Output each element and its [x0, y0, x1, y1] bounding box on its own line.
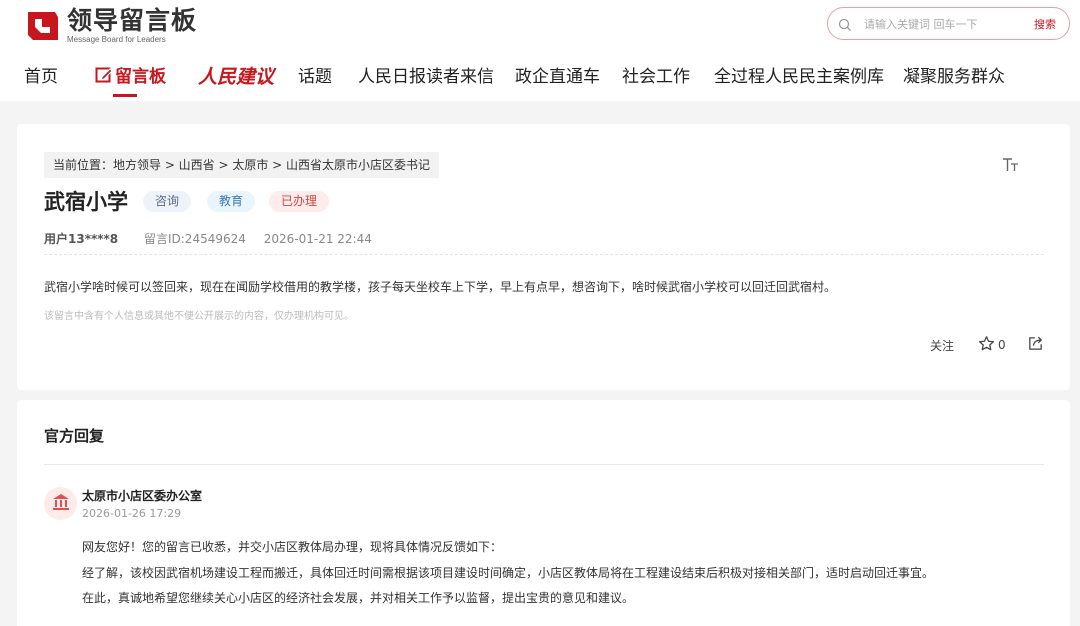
logo-title: 领导留言板 — [67, 6, 198, 35]
favorite-button[interactable]: 0 — [978, 335, 1006, 355]
font-size-icon[interactable] — [1002, 157, 1020, 177]
star-icon — [978, 335, 995, 355]
breadcrumb: 当前位置：地方领导 > 山西省 > 太原市 > 山西省太原市小店区委书记 — [44, 152, 440, 178]
nav-active-indicator — [113, 94, 137, 97]
nav-item-topics[interactable]: 话题 — [298, 64, 332, 90]
follow-button[interactable]: 关注 — [930, 337, 954, 354]
search-input[interactable] — [864, 14, 1024, 34]
nav-item-readers-letters[interactable]: 人民日报读者来信 — [358, 64, 494, 90]
share-button[interactable] — [1027, 335, 1044, 355]
nav-item-social-work[interactable]: 社会工作 — [622, 64, 690, 90]
avatar — [44, 487, 77, 520]
nav-item-enterprise-express[interactable]: 政企直通车 — [515, 64, 600, 90]
logo-subtitle: Message Board for Leaders — [67, 35, 166, 44]
message-id: 留言ID:24549624 — [143, 232, 246, 246]
nav-item-message-board-label: 留言板 — [115, 67, 166, 87]
official-reply-card: 官方回复 太原市小店区委办公室 2026-01-26 17:29 网友您好！您的… — [17, 400, 1070, 626]
reply-heading: 官方回复 — [44, 427, 105, 445]
reply-paragraph: 网友您好！您的留言已收悉，并交小店区教体局办理，现将具体情况反馈如下： — [82, 540, 503, 554]
main-nav: 首页 留言板 人民建议 话题 人民日报读者来信 政企直通车 社会工作 全过程人民… — [0, 64, 1080, 90]
tag-consult: 咨询 — [143, 191, 192, 212]
nav-item-message-board[interactable]: 留言板 — [95, 64, 166, 92]
tag-education: 教育 — [207, 191, 256, 212]
search-button[interactable]: 搜索 — [1034, 16, 1056, 32]
reply-paragraph: 经了解，该校因武宿机场建设工程而搬迁，具体回迁时间需根据该项目建设时间确定，小店… — [82, 566, 935, 580]
message-title: 武宿小学 — [44, 190, 128, 214]
nav-item-home[interactable]: 首页 — [24, 64, 58, 90]
star-count: 0 — [998, 338, 1006, 352]
message-user: 用户13****8 — [44, 232, 119, 246]
meta-divider — [44, 254, 1044, 255]
site-logo[interactable]: 领导留言板 Message Board for Leaders — [25, 7, 197, 45]
search-icon — [838, 17, 852, 36]
search-box: 搜索 — [827, 7, 1070, 40]
status-badge: 已办理 — [269, 191, 330, 212]
message-datetime: 2026-01-21 22:44 — [263, 232, 372, 246]
message-meta: 用户13****8 留言ID:24549624 2026-01-21 22:44 — [44, 230, 372, 247]
edit-icon — [95, 66, 113, 92]
message-card: 当前位置：地方领导 > 山西省 > 太原市 > 山西省太原市小店区委书记 武宿小… — [17, 124, 1070, 390]
site-header: 领导留言板 Message Board for Leaders 搜索 首页 留言… — [0, 0, 1080, 101]
nav-item-serve-masses[interactable]: 凝聚服务群众 — [903, 64, 1005, 90]
share-icon — [1027, 335, 1044, 355]
nav-item-people-suggestions[interactable]: 人民建议 — [198, 64, 274, 90]
nav-item-democracy-cases[interactable]: 全过程人民民主案例库 — [714, 64, 884, 90]
reply-paragraph: 在此，真诚地希望您继续关心小店区的经济社会发展，并对相关工作予以监督，提出宝贵的… — [82, 591, 635, 605]
building-icon — [51, 492, 71, 516]
reply-time: 2026-01-26 17:29 — [82, 507, 182, 520]
reply-divider — [44, 464, 1044, 465]
reply-org-name: 太原市小店区委办公室 — [82, 489, 203, 503]
logo-icon — [25, 8, 61, 44]
message-body: 武宿小学啥时候可以签回来，现在在闻励学校借用的教学楼，孩子每天坐校车上下学，早上… — [44, 280, 837, 294]
privacy-note: 该留言中含有个人信息或其他不便公开展示的内容，仅办理机构可见。 — [44, 311, 354, 322]
